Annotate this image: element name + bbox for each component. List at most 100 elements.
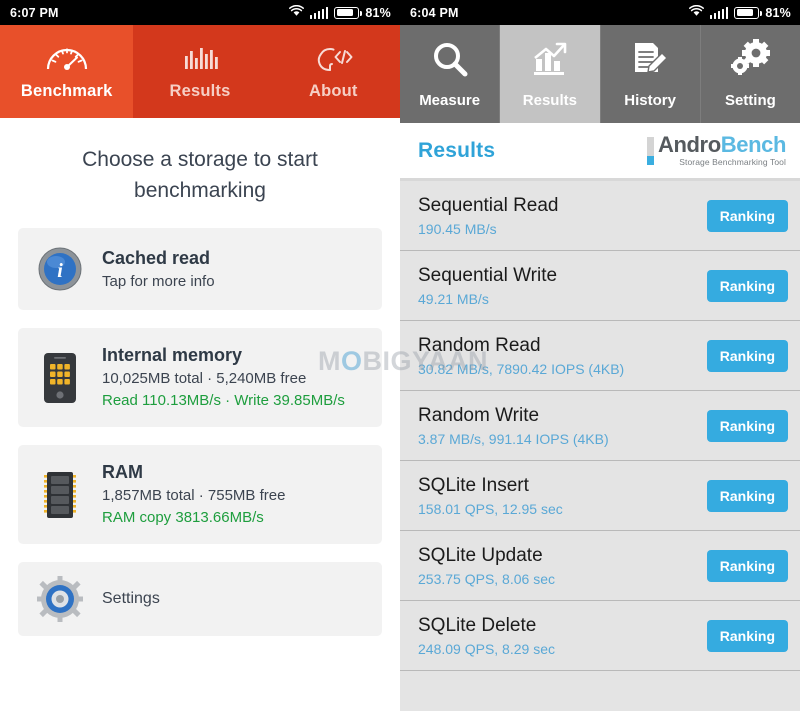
card-settings[interactable]: Settings: [18, 562, 382, 636]
tab-measure[interactable]: Measure: [400, 25, 501, 123]
signal-bars-icon: [309, 6, 329, 19]
card-ram-subtitle: 1,857MB total · 755MB free: [102, 487, 286, 504]
table-row[interactable]: SQLite Update 253.75 QPS, 8.06 sec Ranki…: [400, 531, 800, 601]
bar-chart-icon: [177, 42, 223, 77]
page-heading: Choose a storage to start benchmarking: [82, 148, 318, 202]
results-list-filler: [400, 671, 800, 711]
benchmark-tab-bar: Benchmark Results About: [0, 25, 400, 118]
logo-text: AndroBench Storage Benchmarking Tool: [658, 134, 786, 167]
ranking-button[interactable]: Ranking: [706, 199, 788, 232]
tab-history-label: History: [624, 92, 676, 109]
card-ram-speed: RAM copy 3813.66MB/s: [102, 509, 264, 526]
logo-name-part1: Andro: [657, 132, 721, 158]
results-header: Results AndroBench Storage Benchmarking …: [400, 123, 800, 181]
result-value: 30.82 MB/s, 7890.42 IOPS (4KB): [418, 360, 625, 377]
result-value: 190.45 MB/s: [418, 220, 497, 237]
speedometer-icon: [44, 42, 90, 77]
ranking-button[interactable]: Ranking: [706, 409, 788, 442]
battery-percent: 81%: [765, 5, 791, 20]
card-internal-memory[interactable]: Internal memory 10,025MB total · 5,240MB…: [18, 328, 382, 427]
benchmark-content: Choose a storage to start benchmarking i…: [0, 118, 400, 711]
tab-results-label: Results: [522, 92, 577, 109]
tab-history[interactable]: History: [601, 25, 701, 123]
tab-results[interactable]: Results: [133, 25, 266, 118]
result-name: Random Write: [418, 404, 540, 426]
card-cached-read-subtitle: Tap for more info: [102, 272, 215, 290]
card-cached-read[interactable]: i Cached read Tap for more info: [18, 228, 382, 310]
result-value: 248.09 QPS, 8.29 sec: [418, 640, 555, 657]
logo-tagline: Storage Benchmarking Tool: [679, 157, 786, 168]
result-name: Random Read: [418, 334, 541, 356]
results-list: Sequential Read 190.45 MB/s Ranking Sequ…: [400, 181, 800, 711]
result-text: Random Write 3.87 MB/s, 991.14 IOPS (4KB…: [418, 403, 609, 449]
status-bar-time: 6:04 PM: [410, 5, 459, 20]
logo-bar-icon: [646, 136, 654, 165]
ram-chip-icon: [32, 470, 88, 520]
status-bar-time: 6:07 PM: [10, 5, 59, 20]
result-name: SQLite Delete: [418, 614, 537, 636]
table-row[interactable]: Random Read 30.82 MB/s, 7890.42 IOPS (4K…: [400, 321, 800, 391]
tab-about[interactable]: About: [267, 25, 400, 118]
ranking-button[interactable]: Ranking: [706, 269, 788, 302]
battery-percent: 81%: [365, 5, 391, 20]
table-row[interactable]: Sequential Read 190.45 MB/s Ranking: [400, 181, 800, 251]
left-screen-benchmark-app: 6:07 PM 81% Benchmark Results About Choo…: [0, 0, 400, 711]
card-internal-memory-text: Internal memory 10,025MB total · 5,240MB…: [102, 344, 368, 411]
table-row[interactable]: SQLite Delete 248.09 QPS, 8.29 sec Ranki…: [400, 601, 800, 671]
gear-icon: [32, 576, 88, 622]
magnifier-icon: [429, 39, 471, 86]
result-text: Sequential Write 49.21 MB/s: [418, 263, 557, 309]
tab-results[interactable]: Results: [500, 25, 601, 123]
tab-benchmark[interactable]: Benchmark: [0, 25, 134, 118]
logo-name-part2: Bench: [720, 132, 787, 158]
ranking-button[interactable]: Ranking: [706, 479, 788, 512]
result-text: SQLite Insert 158.01 QPS, 12.95 sec: [418, 473, 563, 519]
table-row[interactable]: SQLite Insert 158.01 QPS, 12.95 sec Rank…: [400, 461, 800, 531]
result-value: 3.87 MB/s, 991.14 IOPS (4KB): [418, 430, 609, 447]
signal-bars-icon: [709, 6, 729, 19]
head-code-icon: [310, 42, 356, 77]
result-value: 253.75 QPS, 8.06 sec: [418, 570, 555, 587]
logo-name: AndroBench: [658, 134, 786, 156]
ranking-button[interactable]: Ranking: [706, 339, 788, 372]
card-ram[interactable]: RAM 1,857MB total · 755MB free RAM copy …: [18, 445, 382, 544]
gears-icon: [729, 39, 771, 86]
tab-setting-label: Setting: [724, 92, 776, 109]
tab-about-label: About: [308, 82, 358, 100]
table-row[interactable]: Sequential Write 49.21 MB/s Ranking: [400, 251, 800, 321]
card-cached-read-title: Cached read: [102, 247, 211, 268]
battery-icon: [734, 6, 763, 19]
result-text: SQLite Update 253.75 QPS, 8.06 sec: [418, 543, 555, 589]
ranking-button[interactable]: Ranking: [706, 619, 788, 652]
right-screen-androbench-app: 6:04 PM 81% Measure Results History Sett…: [400, 0, 800, 711]
info-circle-icon: i: [32, 246, 88, 292]
result-text: Random Read 30.82 MB/s, 7890.42 IOPS (4K…: [418, 333, 624, 379]
dual-screenshot-container: 6:07 PM 81% Benchmark Results About Choo…: [0, 0, 800, 711]
status-bar-indicators: 81%: [288, 4, 391, 20]
tab-setting[interactable]: Setting: [701, 25, 800, 123]
result-name: Sequential Write: [418, 264, 558, 286]
tab-benchmark-label: Benchmark: [20, 82, 113, 100]
result-name: Sequential Read: [418, 194, 559, 216]
ranking-button[interactable]: Ranking: [706, 549, 788, 582]
card-ram-text: RAM 1,857MB total · 755MB free RAM copy …: [102, 461, 368, 528]
table-row[interactable]: Random Write 3.87 MB/s, 991.14 IOPS (4KB…: [400, 391, 800, 461]
androbench-logo: AndroBench Storage Benchmarking Tool: [646, 134, 786, 167]
result-value: 49.21 MB/s: [418, 290, 489, 307]
card-cached-read-text: Cached read Tap for more info: [102, 247, 368, 292]
tab-results-label: Results: [169, 82, 231, 100]
result-text: SQLite Delete 248.09 QPS, 8.29 sec: [418, 613, 555, 659]
svg-text:i: i: [57, 260, 63, 282]
chart-arrow-icon: [529, 39, 571, 86]
tab-measure-label: Measure: [419, 92, 481, 109]
card-ram-title: RAM: [102, 462, 143, 482]
card-internal-memory-title: Internal memory: [102, 345, 243, 365]
settings-label: Settings: [102, 590, 160, 607]
document-pencil-icon: [629, 39, 671, 86]
result-value: 158.01 QPS, 12.95 sec: [418, 500, 563, 517]
phone-icon: [32, 352, 88, 404]
card-internal-memory-subtitle: 10,025MB total · 5,240MB free: [102, 370, 307, 387]
right-status-bar: 6:04 PM 81%: [400, 0, 800, 25]
result-name: SQLite Insert: [418, 474, 529, 496]
wifi-icon: [688, 4, 704, 20]
